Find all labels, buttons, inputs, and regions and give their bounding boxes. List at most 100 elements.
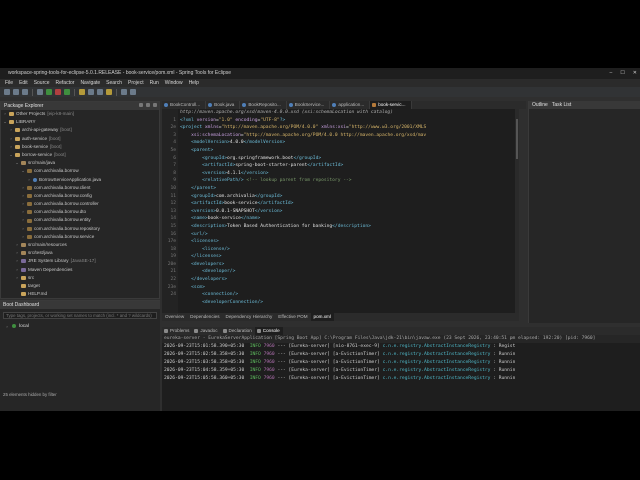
expand-arrow-icon[interactable]: ⌄ [9,151,13,159]
spring-boot-icon[interactable] [106,89,112,95]
menu-item-run[interactable]: Run [150,79,159,87]
code-line[interactable]: xsi:schemaLocation="http://maven.apache.… [180,132,519,140]
view-menu-icon[interactable] [153,103,157,107]
code-line[interactable]: <artifactId>book-service</artifactId> [180,200,519,208]
expand-arrow-icon[interactable]: › [21,233,25,241]
code-line[interactable]: <groupId>com.archivalia</groupId> [180,193,519,201]
tree-item[interactable]: › com.archivalia.borrow.client [1,184,159,192]
menu-item-project[interactable]: Project [128,79,144,87]
expand-arrow-icon[interactable]: › [15,274,19,282]
editor-scrollbar[interactable] [515,109,519,313]
menu-item-navigate[interactable]: Navigate [80,79,100,87]
boot-dashboard-tab[interactable]: Boot Dashboard [0,301,160,309]
code-line[interactable]: <version>0.0.1-SNAPSHOT</version> [180,208,519,216]
expand-arrow-icon[interactable]: ⌄ [3,118,7,126]
tree-item[interactable]: › com.archivalia.borrow.dto [1,208,159,216]
expand-arrow-icon[interactable]: ⌄ [15,159,19,167]
code-line[interactable]: <relativePath/> <!-- lookup parent from … [180,177,519,185]
stop-icon[interactable] [55,89,61,95]
search-icon[interactable] [97,89,103,95]
expand-arrow-icon[interactable]: › [21,225,25,233]
back-icon[interactable] [121,89,127,95]
menu-item-source[interactable]: Source [34,79,50,87]
open-type-icon[interactable] [88,89,94,95]
forward-icon[interactable] [130,89,136,95]
tree-item[interactable]: › com.archivalia.borrow.service [1,233,159,241]
relaunch-icon[interactable] [64,89,70,95]
tab-problems[interactable]: Problems [162,327,192,335]
tab-console[interactable]: Console [254,327,283,335]
tree-item[interactable]: › src/test/java [1,249,159,257]
tab-declaration[interactable]: Declaration [221,327,255,335]
package-explorer-tab[interactable]: Package Explorer [1,102,159,110]
run-icon[interactable] [46,89,52,95]
tree-item[interactable]: › com.archivalia.borrow.entity [1,216,159,224]
code-line[interactable]: <modelVersion>4.0.0</modelVersion> [180,139,519,147]
menu-item-window[interactable]: Window [165,79,183,87]
expand-arrow-icon[interactable]: › [15,241,19,249]
collapse-all-icon[interactable] [139,103,143,107]
editor-tab[interactable]: application... [330,101,371,109]
boot-dashboard-filter-input[interactable]: Type tags, projects, or working set name… [3,312,157,319]
code-line[interactable]: <scm> [180,284,519,292]
expand-arrow-icon[interactable]: › [3,110,7,118]
code-area[interactable]: http://maven.apache.org/xsd/maven-4.0.0.… [180,109,519,306]
expand-arrow-icon[interactable]: › [27,176,31,184]
new-java-class-icon[interactable] [79,89,85,95]
menu-item-help[interactable]: Help [189,79,199,87]
code-line[interactable]: <parent> [180,147,519,155]
menu-item-refactor[interactable]: Refactor [56,79,75,87]
expand-arrow-icon[interactable]: › [21,192,25,200]
menu-item-search[interactable]: Search [106,79,122,87]
code-line[interactable]: </licenses> [180,253,519,261]
tree-item[interactable]: › BorrowServiceApplication.java [1,176,159,184]
save-icon[interactable] [13,89,19,95]
expand-arrow-icon[interactable]: › [15,249,19,257]
expand-arrow-icon[interactable]: › [21,200,25,208]
save-all-icon[interactable] [22,89,28,95]
editor-tab[interactable]: Book.java [206,101,241,109]
code-line[interactable]: <description>Token Based Authentication … [180,223,519,231]
code-line[interactable]: <developers> [180,261,519,269]
close-icon[interactable]: ✕ [633,68,637,79]
tree-item[interactable]: ⌄ com.archivalia.borrow [1,167,159,175]
expand-arrow-icon[interactable]: › [15,257,19,265]
code-line[interactable]: <licenses> [180,238,519,246]
console-view[interactable]: eureka-server - EurekaServerApplication … [162,335,640,411]
tree-item[interactable]: target [1,282,159,290]
tree-item[interactable]: › archi-api-gateway [boot] [1,126,159,134]
expand-arrow-icon[interactable]: › [9,126,13,134]
code-line[interactable]: <project xmlns="http://maven.apache.org/… [180,124,519,132]
tree-item[interactable]: › Other Projects [eip-k8-main] [1,110,159,118]
expand-arrow-icon[interactable]: › [5,324,9,329]
code-line[interactable]: <artifactId>spring-boot-starter-parent</… [180,162,519,170]
code-line[interactable]: </parent> [180,185,519,193]
pom-xml-editor[interactable]: 1 2⊖ 3 4 5⊖ 6 7 8 9 10 11 12 13 14 15 16 17⊖ 18 19 20⊖ 21 22 2… [162,109,519,313]
tree-item[interactable]: › com.archivalia.borrow.controller [1,200,159,208]
minimize-icon[interactable]: – [610,68,613,79]
tree-item[interactable]: ⌄ src/main/java [1,159,159,167]
code-line[interactable]: <?xml version="1.0" encoding="UTF-8"?> [180,117,519,125]
tree-item[interactable]: › Maven Dependencies [1,266,159,274]
editor-tab[interactable]: BookReposito... [240,101,287,109]
tree-item[interactable]: › JRE System Library [JavaSE-17] [1,257,159,265]
maximize-icon[interactable]: ☐ [620,68,624,79]
code-line[interactable]: <groupId>org.springframework.boot</group… [180,155,519,163]
editor-tab[interactable]: BookControll... [162,101,207,109]
tab-task-list[interactable]: Task List [552,101,571,109]
menu-item-edit[interactable]: Edit [19,79,28,87]
pom-page-tab[interactable]: Overview [162,313,187,321]
editor-tab[interactable]: book-servic... [370,101,412,109]
local-target[interactable]: › local [0,322,160,330]
tree-item[interactable]: › com.archivalia.borrow.repository [1,225,159,233]
tree-item[interactable]: › book-service [boot] [1,143,159,151]
expand-arrow-icon[interactable]: ⌄ [21,167,25,175]
code-line[interactable]: <connection/> [180,291,519,299]
expand-arrow-icon[interactable]: › [9,135,13,143]
tree-item[interactable]: › com.archivalia.borrow.config [1,192,159,200]
expand-arrow-icon[interactable]: › [21,216,25,224]
tree-item[interactable]: › src/main/resources [1,241,159,249]
expand-arrow-icon[interactable]: › [15,266,19,274]
expand-arrow-icon[interactable]: › [21,208,25,216]
tab-javadoc[interactable]: Javadoc [192,327,220,335]
